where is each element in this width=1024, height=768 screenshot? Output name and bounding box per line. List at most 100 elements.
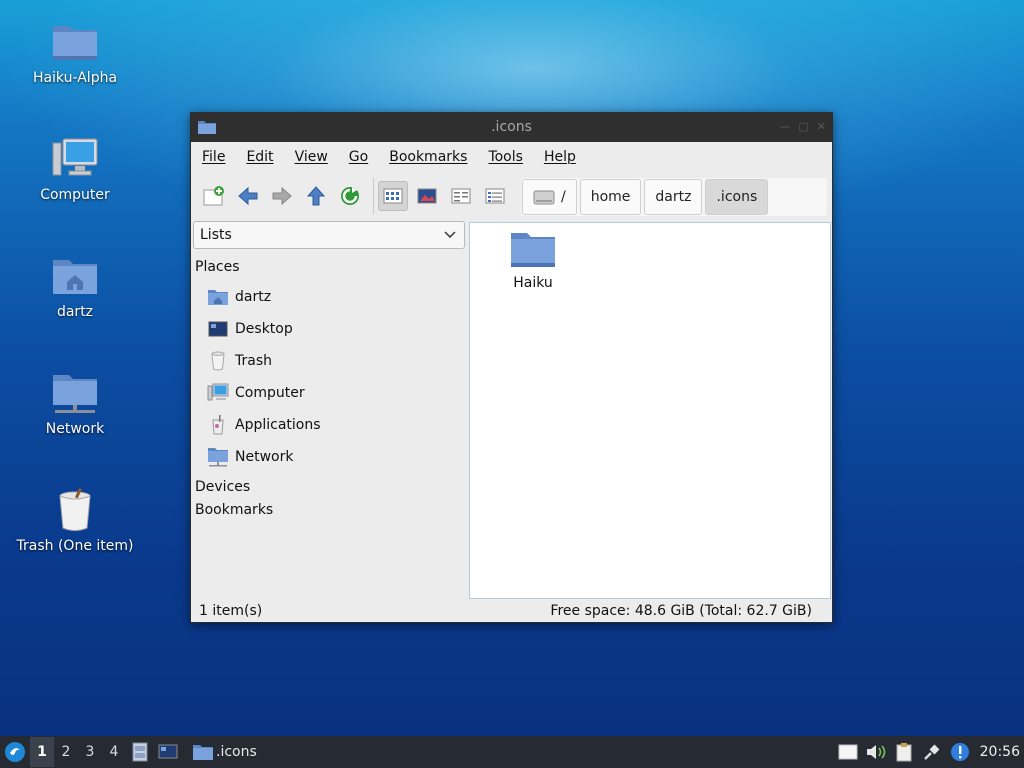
quicklaunch-show-desktop[interactable]	[154, 737, 182, 767]
workspace-2[interactable]: 2	[54, 737, 78, 767]
menu-view[interactable]: View	[295, 149, 339, 165]
place-item-applications[interactable]: Applications	[193, 409, 467, 441]
desktop-icon	[208, 321, 228, 337]
window-titlebar[interactable]: .icons — ▢ ✕	[191, 113, 832, 142]
place-item-trash[interactable]: Trash	[193, 345, 467, 377]
trash-full-icon	[59, 488, 91, 531]
place-item-dartz[interactable]: dartz	[193, 281, 467, 313]
folder-icon	[511, 233, 555, 267]
toolbar: / home dartz .icons	[191, 172, 832, 220]
network-plug-icon	[923, 744, 940, 760]
breadcrumb-root[interactable]: /	[522, 179, 577, 215]
file-name: Haiku	[513, 275, 553, 291]
reload-button[interactable]	[335, 181, 365, 211]
tray-volume[interactable]	[862, 737, 890, 767]
task-entry-icons-window[interactable]: .icons	[186, 737, 263, 767]
menu-tools[interactable]: Tools	[488, 149, 534, 165]
breadcrumb-label: /	[561, 189, 566, 205]
minimize-icon[interactable]: —	[779, 120, 790, 133]
menu-go[interactable]: Go	[349, 149, 379, 165]
forward-button[interactable]	[267, 181, 297, 211]
workspace-1[interactable]: 1	[30, 737, 54, 767]
clock[interactable]: 20:56	[974, 744, 1024, 760]
detailed-view-button[interactable]	[480, 181, 510, 211]
breadcrumb-icons[interactable]: .icons	[705, 179, 769, 215]
trash-icon	[211, 351, 225, 371]
side-pane-mode-select[interactable]: Lists	[193, 221, 465, 249]
workspace-3[interactable]: 3	[78, 737, 102, 767]
desktop-icon-label: Computer	[40, 187, 110, 203]
file-view[interactable]: Haiku	[469, 222, 831, 599]
desktop-icon-label: dartz	[56, 304, 94, 320]
drive-icon	[533, 190, 555, 205]
breadcrumb-label: home	[590, 189, 631, 205]
desktop-icon-network[interactable]: Network	[0, 371, 150, 437]
status-bar: 1 item(s) Free space: 48.6 GiB (Total: 6…	[191, 599, 832, 622]
place-label: Desktop	[235, 321, 293, 337]
up-icon	[306, 186, 326, 206]
breadcrumb-label: dartz	[655, 189, 692, 205]
menu-edit[interactable]: Edit	[246, 149, 284, 165]
side-pane: Lists Places dartz Desktop Trash Compute…	[193, 221, 467, 599]
icon-view-icon	[383, 188, 403, 204]
notes-icon	[838, 744, 858, 760]
file-manager-window[interactable]: .icons — ▢ ✕ File Edit View Go Bookmarks…	[190, 112, 833, 623]
workspace-4[interactable]: 4	[102, 737, 126, 767]
home-folder-icon	[53, 260, 97, 294]
volume-icon	[866, 745, 885, 759]
tray-network[interactable]	[918, 737, 946, 767]
place-label: dartz	[235, 289, 272, 305]
desktop-icon-computer[interactable]: Computer	[0, 137, 150, 203]
reload-icon	[341, 187, 359, 205]
desktop-icon-haiku-alpha[interactable]: Haiku-Alpha	[0, 20, 150, 86]
network-folder-icon	[53, 375, 97, 413]
computer-icon	[207, 383, 229, 401]
clipboard-icon	[896, 743, 912, 762]
desktop-icon-dartz[interactable]: dartz	[0, 254, 150, 320]
desktop-icon	[158, 744, 178, 759]
menu-file[interactable]: File	[202, 149, 236, 165]
applications-icon	[212, 415, 224, 435]
new-tab-icon	[203, 186, 224, 206]
menu-help[interactable]: Help	[544, 149, 587, 165]
place-item-network[interactable]: Network	[193, 441, 467, 473]
start-menu-button[interactable]	[0, 737, 30, 767]
file-item-haiku[interactable]: Haiku	[500, 229, 566, 291]
maximize-icon[interactable]: ▢	[798, 120, 808, 133]
desktop-icon-label: Network	[45, 421, 105, 437]
select-value: Lists	[200, 227, 232, 243]
tray-notes[interactable]	[834, 737, 862, 767]
breadcrumb-home[interactable]: home	[579, 179, 642, 215]
home-folder-icon	[208, 290, 228, 305]
place-item-desktop[interactable]: Desktop	[193, 313, 467, 345]
item-count: 1 item(s)	[199, 602, 263, 619]
window-title: .icons	[491, 119, 532, 135]
quicklaunch-file-manager[interactable]	[126, 737, 154, 767]
close-icon[interactable]: ✕	[817, 120, 826, 133]
lxqt-logo-icon	[5, 742, 25, 762]
menubar: File Edit View Go Bookmarks Tools Help	[191, 142, 832, 172]
compact-view-button[interactable]	[446, 181, 476, 211]
free-space: Free space: 48.6 GiB (Total: 62.7 GiB)	[550, 602, 812, 619]
thumbnail-view-button[interactable]	[412, 181, 442, 211]
folder-icon	[53, 26, 97, 60]
tray-notifications[interactable]	[946, 737, 974, 767]
bookmarks-header[interactable]: Bookmarks	[195, 502, 467, 520]
system-tray: 20:56	[834, 736, 1024, 768]
forward-icon	[272, 187, 292, 205]
up-button[interactable]	[301, 181, 331, 211]
desktop-icon-trash[interactable]: Trash (One item)	[0, 488, 150, 554]
desktop-icon-label: Trash (One item)	[16, 538, 134, 554]
menu-bookmarks[interactable]: Bookmarks	[389, 149, 478, 165]
icon-view-button[interactable]	[378, 181, 408, 211]
new-tab-button[interactable]	[199, 181, 229, 211]
devices-header[interactable]: Devices	[195, 479, 467, 497]
place-label: Network	[235, 449, 294, 465]
place-item-computer[interactable]: Computer	[193, 377, 467, 409]
back-button[interactable]	[233, 181, 263, 211]
places-header: Places	[195, 259, 240, 275]
tray-clipboard[interactable]	[890, 737, 918, 767]
detailed-view-icon	[485, 188, 505, 204]
breadcrumb-dartz[interactable]: dartz	[644, 179, 703, 215]
place-label: Applications	[235, 417, 321, 433]
